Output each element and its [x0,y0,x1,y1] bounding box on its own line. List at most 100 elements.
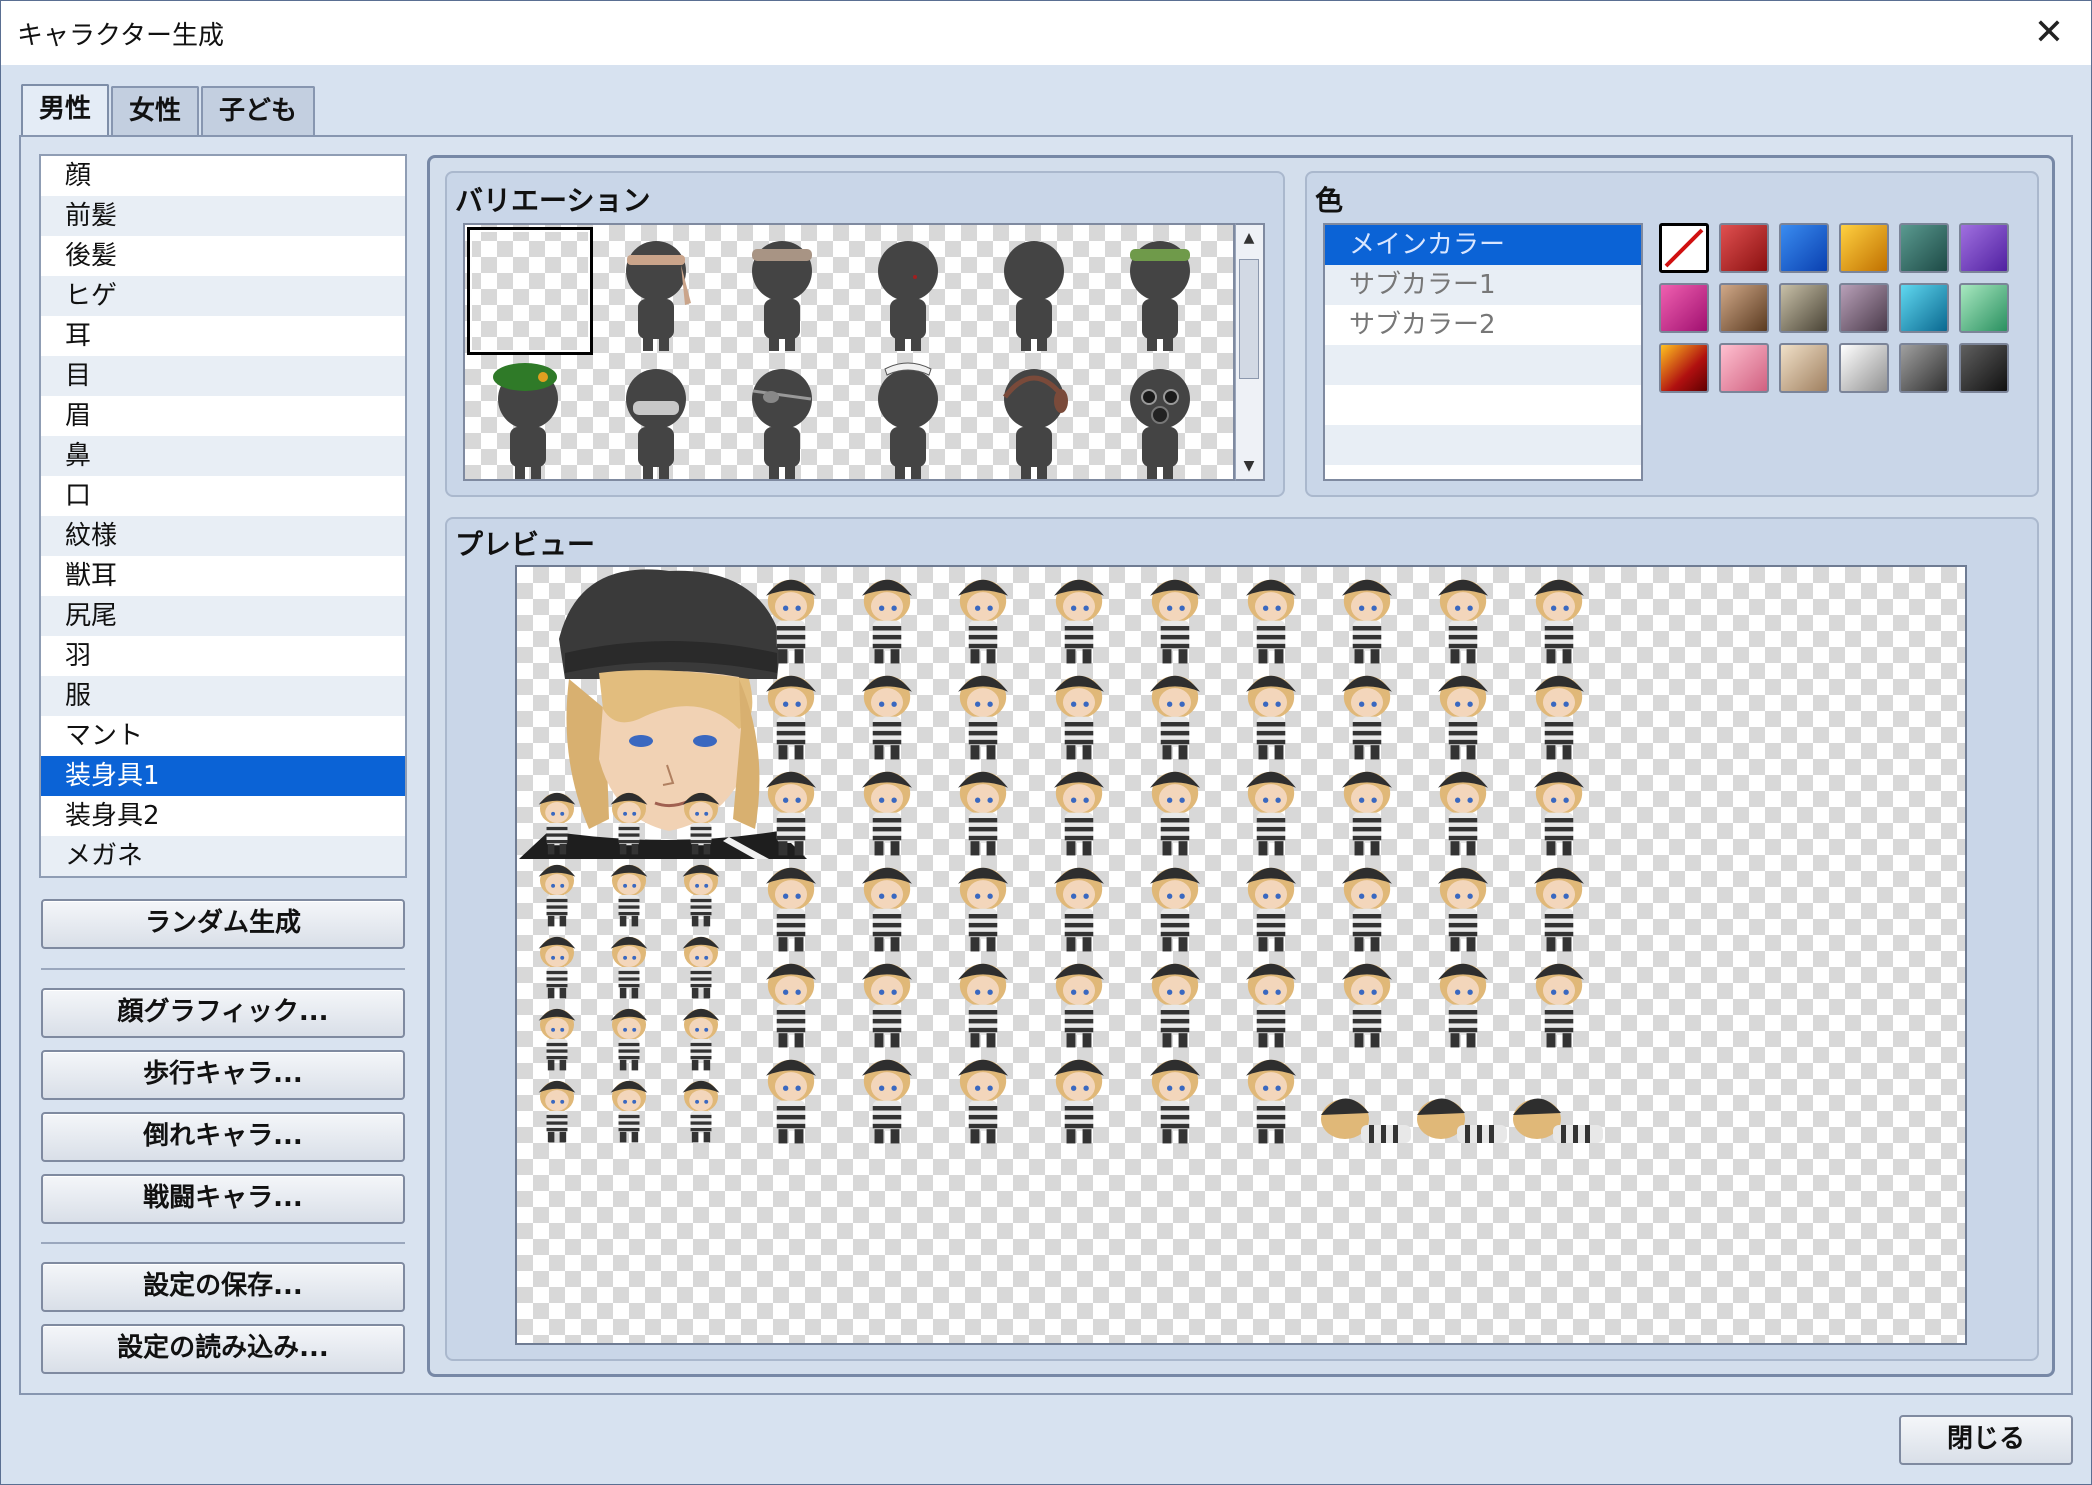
list-item-front-hair[interactable]: 前髪 [41,196,405,236]
variation-item-gas-mask[interactable] [1097,353,1223,479]
headband-icon [626,241,691,351]
down-chara-button[interactable]: 倒れキャラ... [41,1112,405,1162]
scroll-down-icon[interactable]: ▼ [1236,453,1262,479]
swatch-charcoal[interactable] [1959,343,2009,393]
walk-sprite [610,792,648,855]
tab-child[interactable]: 子ども [201,86,315,136]
variation-item-maid-headdress[interactable] [845,353,971,479]
list-item-wings[interactable]: 羽 [41,636,405,676]
tab-female[interactable]: 女性 [111,86,199,136]
scroll-up-icon[interactable]: ▲ [1236,225,1262,251]
list-item-tail[interactable]: 尻尾 [41,596,405,636]
save-settings-button[interactable]: 設定の保存... [41,1262,405,1312]
variation-item-plain-1[interactable] [845,225,971,353]
battle-sprite [1438,771,1488,856]
walk-sprite [538,936,576,999]
swatch-blue[interactable] [1779,223,1829,273]
variation-item-none[interactable] [467,227,593,355]
battle-sprite [862,771,912,856]
variation-item-plain-2[interactable] [971,225,1097,353]
swatch-none[interactable] [1659,223,1709,273]
battle-chara-button[interactable]: 戦闘キャラ... [41,1174,405,1224]
walk-sprite [610,936,648,999]
color-label: 色 [1315,184,1344,217]
down-sprite [1321,1098,1411,1143]
color-target-sub-2[interactable]: サブカラー2 [1325,305,1641,345]
color-target-sub-1[interactable]: サブカラー1 [1325,265,1641,305]
parts-list[interactable]: 顔 前髪 後髪 ヒゲ 耳 目 眉 鼻 口 紋様 獣耳 尻尾 羽 服 マント 装身… [39,154,407,878]
swatch-purple[interactable] [1959,223,2009,273]
list-item-mouth[interactable]: 口 [41,476,405,516]
variation-item-green-beret[interactable] [465,353,591,479]
battle-sprite [766,675,816,760]
list-item-nose[interactable]: 鼻 [41,436,405,476]
battle-sprite [862,963,912,1048]
variation-item-headband[interactable] [593,225,719,353]
swatch-magenta[interactable] [1659,283,1709,333]
battle-sprite [958,1059,1008,1144]
goggles-icon [626,369,686,479]
close-icon[interactable]: ✕ [2023,9,2075,57]
color-target-list[interactable]: メインカラー サブカラー1 サブカラー2 [1323,223,1643,481]
walk-sprite [682,936,720,999]
list-item-beard[interactable]: ヒゲ [41,276,405,316]
swatch-teal[interactable] [1899,223,1949,273]
list-item-face[interactable]: 顔 [41,156,405,196]
variation-grid[interactable] [463,223,1235,481]
battle-sprite [1150,963,1200,1048]
list-item-cloak[interactable]: マント [41,716,405,756]
title-bar: キャラクター生成 ✕ [1,1,2091,65]
walk-sprite [538,864,576,927]
list-item-eyes[interactable]: 目 [41,356,405,396]
close-button[interactable]: 閉じる [1899,1415,2073,1465]
list-item-ears[interactable]: 耳 [41,316,405,356]
variation-label: バリエーション [455,184,651,217]
preview-canvas [515,565,1967,1345]
battle-sprite [862,1059,912,1144]
variation-item-headphones[interactable] [971,353,1097,479]
battle-sprite [1342,675,1392,760]
preview-label: プレビュー [455,528,596,561]
green-beret-icon [493,363,558,479]
battle-sprite [766,1059,816,1144]
swatch-mint[interactable] [1959,283,2009,333]
random-generate-button[interactable]: ランダム生成 [41,899,405,949]
load-settings-button[interactable]: 設定の読み込み... [41,1324,405,1374]
list-item-accessory-1[interactable]: 装身具1 [41,756,405,796]
list-item-glasses[interactable]: メガネ [41,836,405,876]
battle-sprite [1054,963,1104,1048]
silhouette-icon [1004,241,1064,351]
list-item-accessory-2[interactable]: 装身具2 [41,796,405,836]
list-item-beast-ears[interactable]: 獣耳 [41,556,405,596]
variation-item-eyepatch[interactable] [719,353,845,479]
swatch-orange[interactable] [1839,223,1889,273]
walk-chara-button[interactable]: 歩行キャラ... [41,1050,405,1100]
swatch-red[interactable] [1719,223,1769,273]
variation-item-green-bandana[interactable] [1097,225,1223,353]
swatch-olive-gray[interactable] [1779,283,1829,333]
face-graphic-button[interactable]: 顔グラフィック... [41,988,405,1038]
swatch-gray[interactable] [1899,343,1949,393]
swatch-brown[interactable] [1719,283,1769,333]
battle-sprite [1534,867,1584,952]
variation-scrollbar[interactable]: ▲ ▼ [1235,223,1265,481]
swatch-pink[interactable] [1719,343,1769,393]
list-item-clothing[interactable]: 服 [41,676,405,716]
battle-sprite [1438,675,1488,760]
scroll-thumb[interactable] [1239,259,1259,379]
color-target-main[interactable]: メインカラー [1325,225,1641,265]
swatch-tan[interactable] [1779,343,1829,393]
list-item-eyebrows[interactable]: 眉 [41,396,405,436]
battle-sprite [1054,771,1104,856]
list-item-rear-hair[interactable]: 後髪 [41,236,405,276]
swatch-fire[interactable] [1659,343,1709,393]
list-item-pattern[interactable]: 紋様 [41,516,405,556]
swatch-silver[interactable] [1839,343,1889,393]
variation-item-bandana[interactable] [719,225,845,353]
variation-item-goggles[interactable] [593,353,719,479]
battle-sprite [1054,867,1104,952]
swatch-mauve[interactable] [1839,283,1889,333]
tab-male[interactable]: 男性 [21,84,109,138]
walk-sprite [682,1008,720,1071]
swatch-cyan[interactable] [1899,283,1949,333]
